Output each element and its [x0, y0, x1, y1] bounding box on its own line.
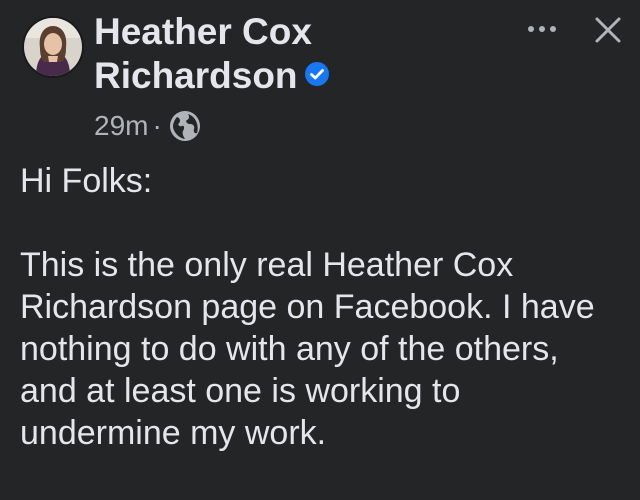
facebook-post: Heather Cox Richardson 29m · Hi Folks: T… [0, 0, 640, 500]
post-timestamp[interactable]: 29m [94, 110, 148, 142]
verified-badge-icon [304, 53, 330, 97]
avatar-photo [24, 18, 82, 76]
close-button[interactable] [586, 10, 630, 50]
meta-separator: · [152, 110, 162, 141]
more-options-button[interactable] [520, 12, 564, 46]
post-body: Hi Folks: This is the only real Heather … [20, 160, 624, 454]
post-greeting: Hi Folks: [20, 162, 153, 200]
more-options-icon [528, 26, 556, 32]
close-icon [595, 17, 621, 43]
post-paragraph: This is the only real Heather Cox Richar… [20, 246, 595, 452]
author-name-text[interactable]: Heather Cox Richardson [94, 11, 312, 96]
post-meta: 29m · [94, 106, 202, 146]
avatar[interactable] [22, 16, 84, 78]
author-name[interactable]: Heather Cox Richardson [94, 10, 414, 100]
globe-icon[interactable] [168, 109, 202, 143]
